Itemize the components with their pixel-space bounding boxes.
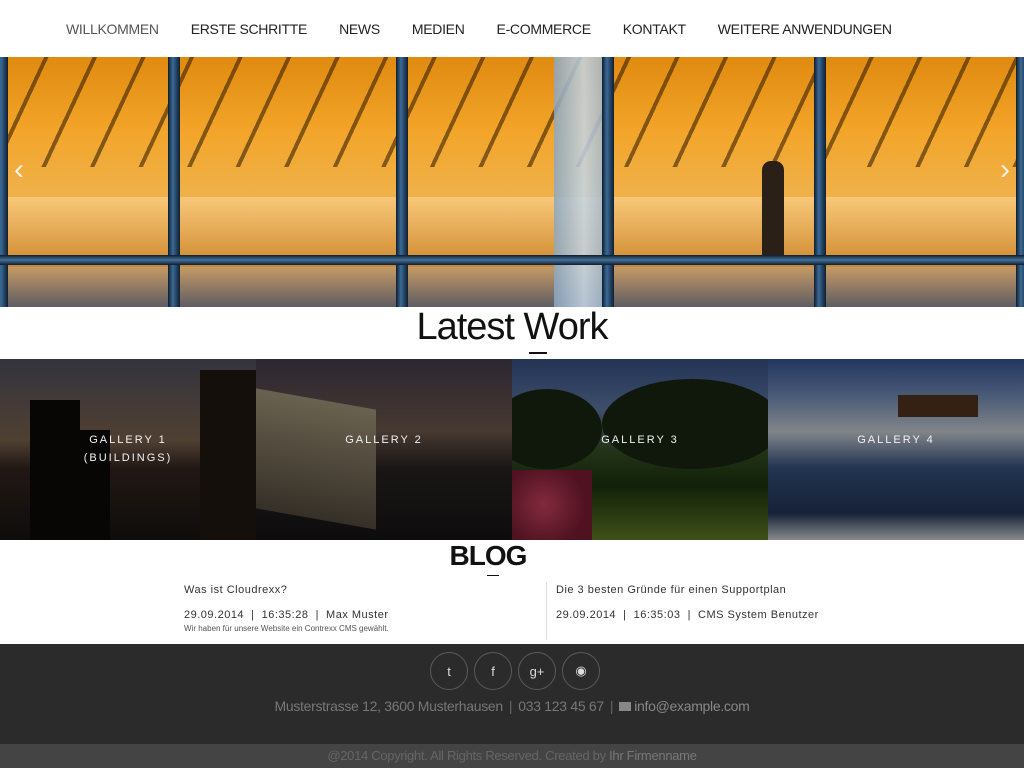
company-link[interactable]: Ihr Firmenname bbox=[609, 748, 697, 763]
twitter-icon[interactable]: t bbox=[430, 652, 468, 690]
nav-item-kontakt[interactable]: KONTAKT bbox=[623, 21, 686, 37]
window-mullion bbox=[0, 57, 8, 307]
footer-phone[interactable]: 033 123 45 67 bbox=[518, 698, 604, 714]
nav-item-weitere-anwendungen[interactable]: WEITERE ANWENDUNGEN bbox=[718, 21, 892, 37]
footer-email-link[interactable]: info@example.com bbox=[634, 698, 750, 714]
window-mullion bbox=[396, 57, 408, 307]
nav-menu: WILLKOMMEN ERSTE SCHRITTE NEWS MEDIEN E-… bbox=[0, 0, 1024, 57]
gallery-label-line2: (BUILDINGS) bbox=[83, 452, 173, 464]
gallery-label: GALLERY 1 (BUILDINGS) bbox=[0, 431, 256, 467]
slider-next-icon[interactable]: › bbox=[1000, 153, 1010, 187]
nav-item-news[interactable]: NEWS bbox=[339, 21, 380, 37]
blog-list: Was ist Cloudrexx? 29.09.2014 | 16:35:28… bbox=[0, 582, 1024, 644]
separator: | bbox=[508, 698, 513, 714]
blog-divider bbox=[546, 582, 547, 640]
gallery-overlay bbox=[768, 359, 1024, 540]
nav-item-willkommen[interactable]: WILLKOMMEN bbox=[66, 21, 159, 37]
hero-ceiling bbox=[0, 57, 1024, 167]
hero-floor bbox=[0, 267, 1024, 307]
blog-post[interactable]: Die 3 besten Gründe für einen Supportpla… bbox=[556, 582, 819, 624]
envelope-icon bbox=[619, 702, 632, 711]
latest-work-title: Latest Work bbox=[416, 306, 608, 348]
copyright-bar: @2014 Copyright. All Rights Reserved. Cr… bbox=[0, 744, 1024, 768]
separator: | bbox=[609, 698, 614, 714]
gallery-overlay bbox=[512, 359, 768, 540]
blog-post-meta: 29.09.2014 | 16:35:03 | CMS System Benut… bbox=[556, 609, 819, 621]
rss-icon[interactable]: ◉ bbox=[562, 652, 600, 690]
nav-item-erste-schritte[interactable]: ERSTE SCHRITTE bbox=[191, 21, 308, 37]
nav-item-medien[interactable]: MEDIEN bbox=[412, 21, 465, 37]
gallery-label: GALLERY 2 bbox=[256, 431, 512, 449]
blog-post-excerpt: Wir haben für unsere Website ein Contrex… bbox=[184, 624, 389, 633]
google-plus-icon[interactable]: g+ bbox=[518, 652, 556, 690]
blog-post-title[interactable]: Die 3 besten Gründe für einen Supportpla… bbox=[556, 584, 819, 596]
nav-item-e-commerce[interactable]: E-COMMERCE bbox=[497, 21, 592, 37]
gallery-tile-3[interactable]: GALLERY 3 bbox=[512, 359, 768, 540]
blog-post[interactable]: Was ist Cloudrexx? 29.09.2014 | 16:35:28… bbox=[184, 582, 389, 633]
gallery-overlay bbox=[256, 359, 512, 540]
blog-underline bbox=[487, 575, 499, 576]
blog-post-title[interactable]: Was ist Cloudrexx? bbox=[184, 584, 389, 596]
gallery-label: GALLERY 3 bbox=[512, 431, 768, 449]
copyright-text: @2014 Copyright. All Rights Reserved. Cr… bbox=[327, 748, 606, 763]
gallery-label-line1: GALLERY 2 bbox=[345, 434, 423, 446]
gallery-label-line1: GALLERY 3 bbox=[601, 434, 679, 446]
window-mullion bbox=[168, 57, 180, 307]
gallery-label: GALLERY 4 bbox=[768, 431, 1024, 449]
hero-slider: ‹ › bbox=[0, 57, 1024, 307]
blog-post-meta: 29.09.2014 | 16:35:28 | Max Muster bbox=[184, 609, 389, 621]
gallery-label-line1: GALLERY 1 bbox=[89, 434, 167, 446]
social-links: t f g+ ◉ bbox=[0, 652, 1024, 690]
gallery-tile-1[interactable]: GALLERY 1 (BUILDINGS) bbox=[0, 359, 256, 540]
gallery-label-line1: GALLERY 4 bbox=[857, 434, 935, 446]
blog-title: BLOG bbox=[449, 540, 528, 571]
gallery-tile-4[interactable]: GALLERY 4 bbox=[768, 359, 1024, 540]
slider-prev-icon[interactable]: ‹ bbox=[14, 153, 24, 187]
footer-address: Musterstrasse 12, 3600 Musterhausen bbox=[274, 698, 504, 714]
window-transom bbox=[0, 255, 1024, 265]
gallery-tile-2[interactable]: GALLERY 2 bbox=[256, 359, 512, 540]
window-mullion bbox=[814, 57, 826, 307]
window-mullion bbox=[1016, 57, 1024, 307]
main-navigation: WILLKOMMEN ERSTE SCHRITTE NEWS MEDIEN E-… bbox=[0, 0, 1024, 57]
gallery-grid: GALLERY 1 (BUILDINGS) GALLERY 2 GALLERY … bbox=[0, 359, 1024, 540]
footer: t f g+ ◉ Musterstrasse 12, 3600 Musterha… bbox=[0, 644, 1024, 744]
window-mullion bbox=[602, 57, 614, 307]
contact-line: Musterstrasse 12, 3600 Musterhausen | 033 … bbox=[0, 698, 1024, 714]
latest-work-underline bbox=[529, 352, 547, 354]
facebook-icon[interactable]: f bbox=[474, 652, 512, 690]
hero-person bbox=[762, 161, 784, 257]
